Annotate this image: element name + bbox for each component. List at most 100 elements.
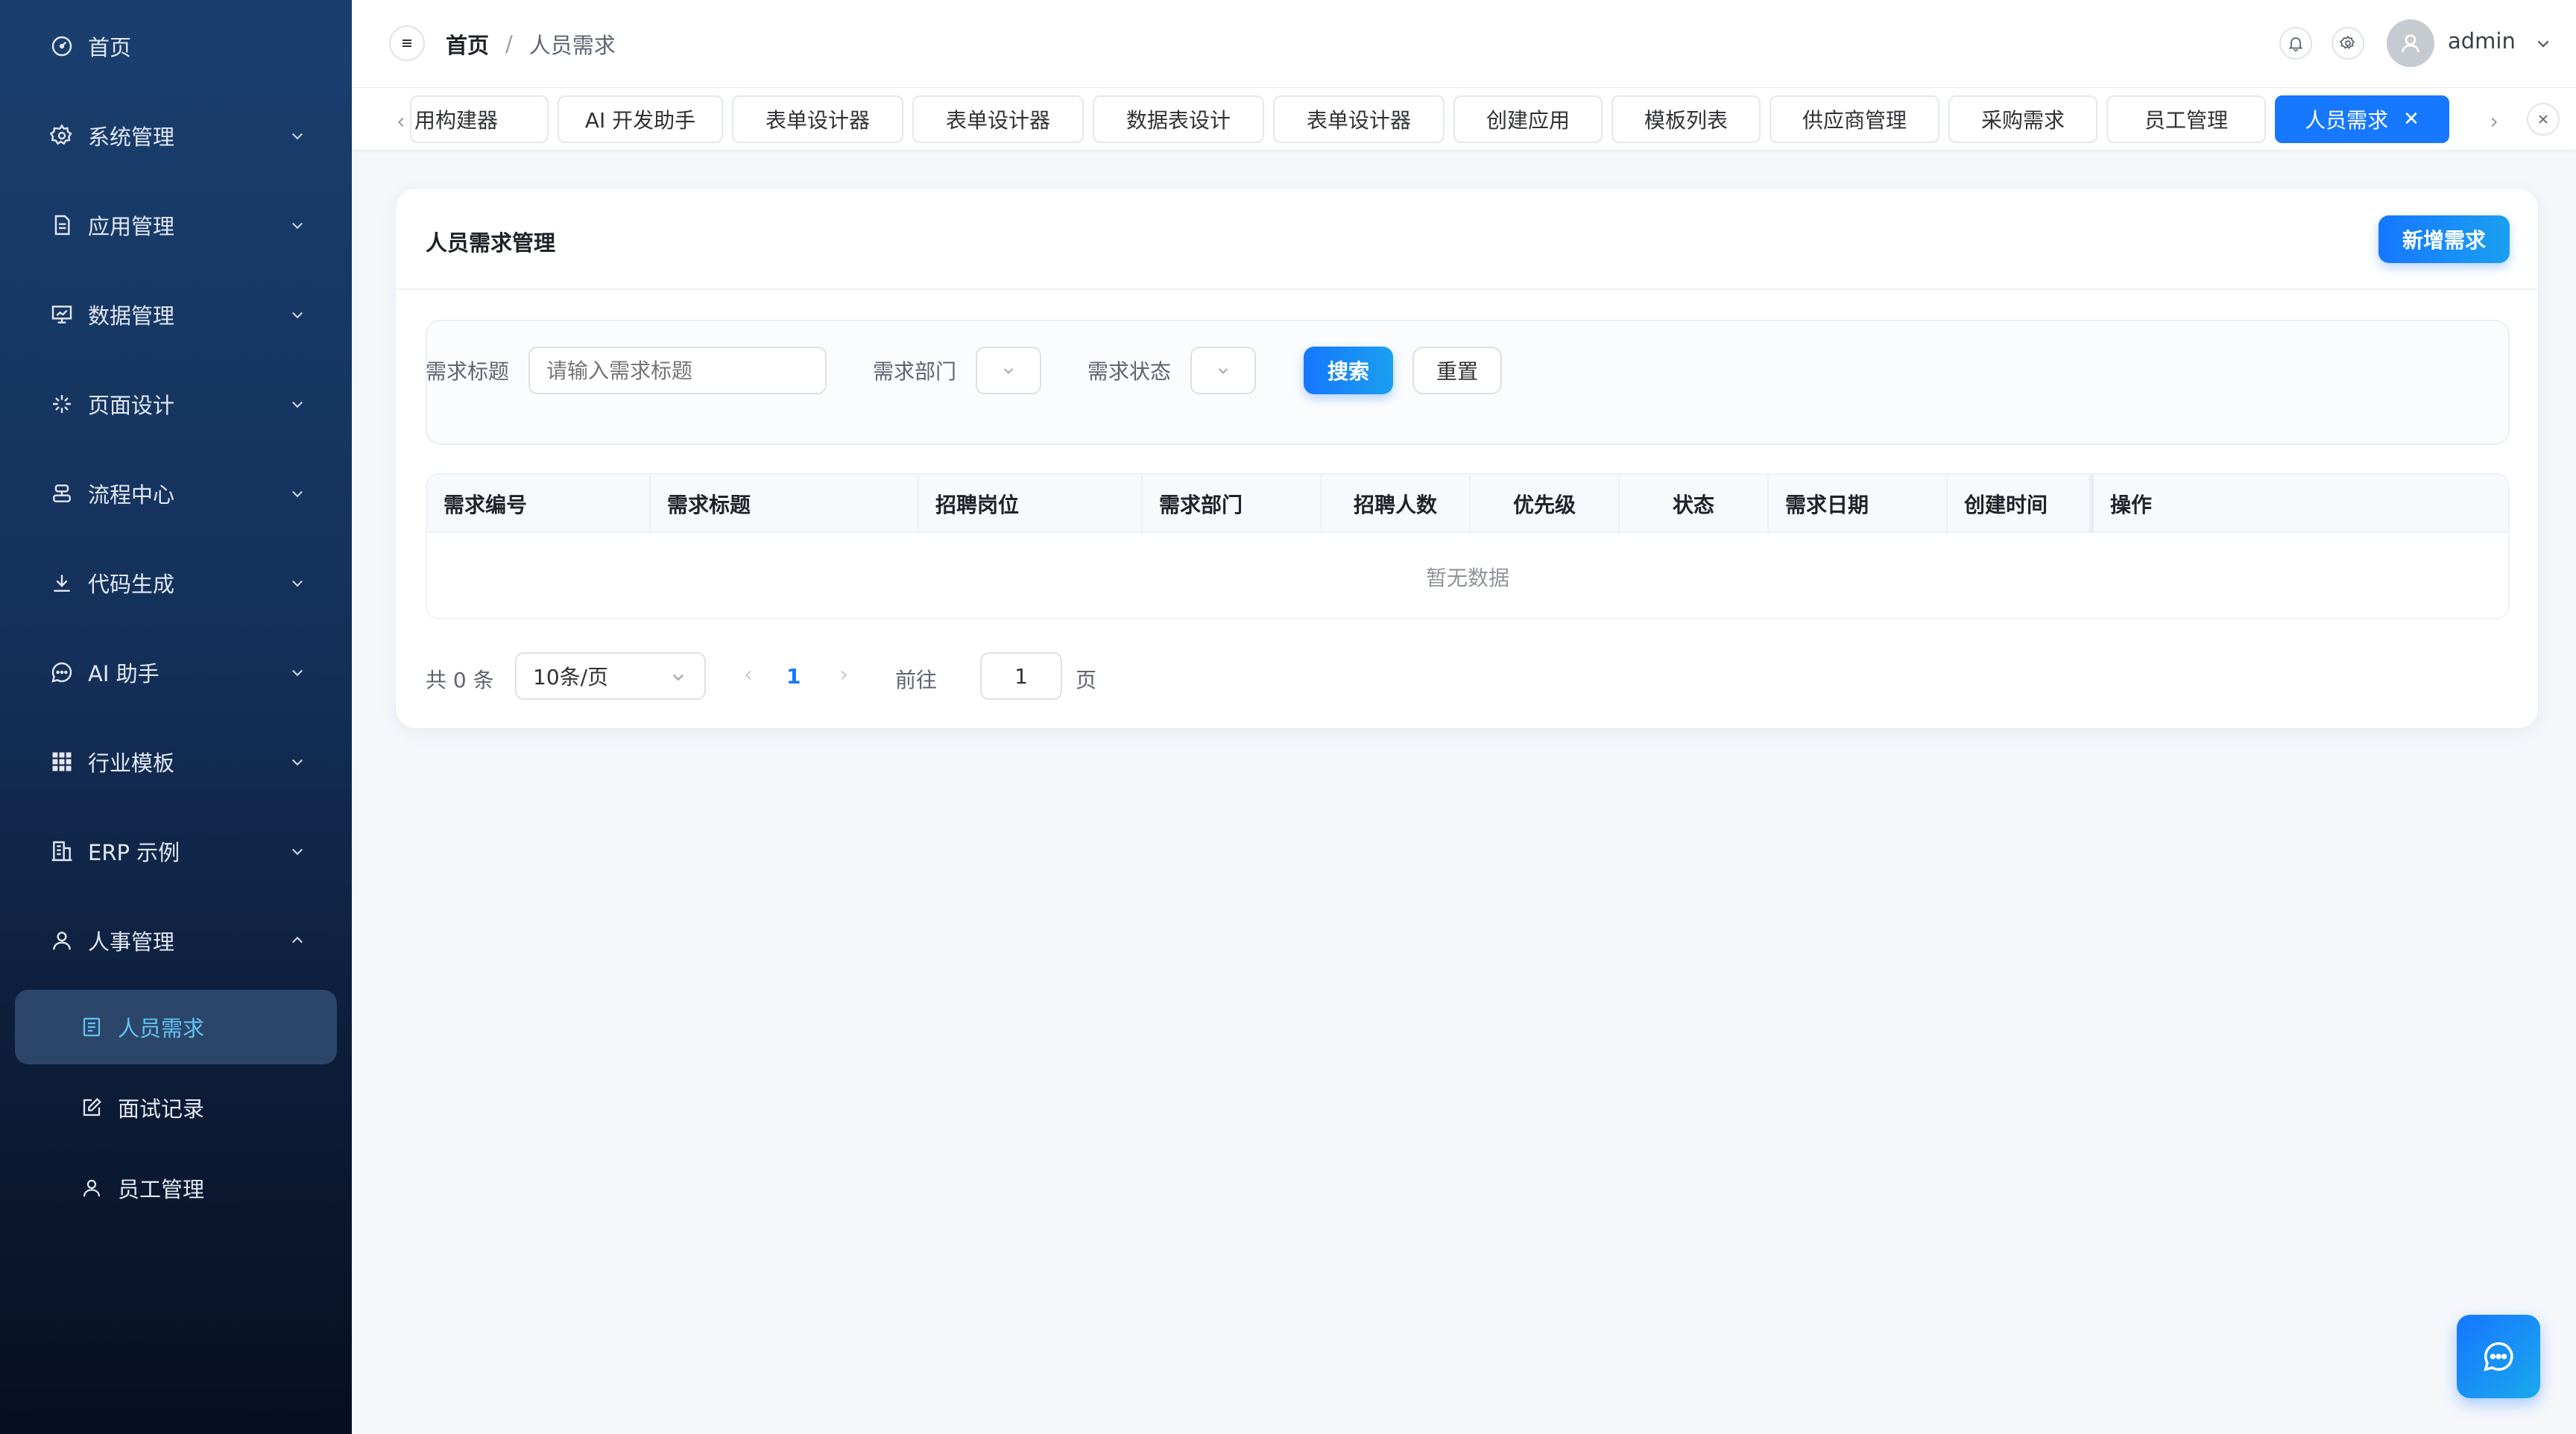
tab-table-design[interactable]: 数据表设计 xyxy=(1093,95,1264,143)
user-name[interactable]: admin xyxy=(2448,28,2516,54)
goto-page-input[interactable] xyxy=(980,652,1062,700)
dept-select[interactable] xyxy=(976,347,1041,394)
breadcrumb-current: 人员需求 xyxy=(528,33,616,58)
user-icon xyxy=(2402,34,2419,53)
chevron-down-icon xyxy=(291,490,303,498)
page-size-value: 10条/页 xyxy=(533,665,609,689)
sidebar-item-label: 首页 xyxy=(88,35,132,60)
chat-bubble-icon xyxy=(49,660,75,685)
chevron-down-icon xyxy=(291,312,303,319)
tab-purchase-demand[interactable]: 采购需求 xyxy=(1948,95,2097,143)
page-title: 人员需求管理 xyxy=(426,230,556,256)
sidebar-item-ai[interactable]: AI 助手 xyxy=(0,642,352,702)
sidebar-item-page-design[interactable]: 页面设计 xyxy=(0,374,352,434)
column-header-count: 招聘人数 xyxy=(1322,475,1471,533)
tab-supplier[interactable]: 供应商管理 xyxy=(1770,95,1939,143)
notification-button[interactable] xyxy=(2279,27,2312,60)
table-header: 需求编号 需求标题 招聘岗位 需求部门 招聘人数 优先级 状态 需求日期 创建时… xyxy=(427,475,2508,533)
sidebar-item-home[interactable]: 首页 xyxy=(0,16,352,76)
chevron-down-icon[interactable] xyxy=(2531,31,2555,55)
column-header-date: 需求日期 xyxy=(1769,475,1948,533)
column-header-actions: 操作 xyxy=(2089,475,2508,533)
menu-toggle-button[interactable] xyxy=(389,25,425,61)
sidebar-subitem-label: 人员需求 xyxy=(118,1016,205,1041)
sidebar-item-codegen[interactable]: 代码生成 xyxy=(0,553,352,613)
page-size-select[interactable]: 10条/页 xyxy=(515,652,706,700)
tab-staff-demand[interactable]: 人员需求 ✕ xyxy=(2275,95,2449,143)
page-suffix-label: 页 xyxy=(1076,668,1097,692)
chevron-down-icon xyxy=(291,133,303,140)
tab-label: AI 开发助手 xyxy=(584,108,696,133)
sidebar-item-templates[interactable]: 行业模板 xyxy=(0,732,352,792)
avatar[interactable] xyxy=(2387,19,2434,67)
title-search-input[interactable] xyxy=(528,347,827,394)
sidebar-subitem-staff-demand[interactable]: 人员需求 xyxy=(15,990,337,1064)
chat-assistant-button[interactable] xyxy=(2457,1315,2540,1398)
settings-button[interactable] xyxy=(2332,27,2364,60)
dept-filter-label: 需求部门 xyxy=(873,359,957,384)
tab-employee[interactable]: 员工管理 xyxy=(2106,95,2266,143)
sidebar-item-erp[interactable]: ERP 示例 xyxy=(0,821,352,881)
sidebar-subitem-interview[interactable]: 面试记录 xyxy=(15,1070,337,1145)
card-header: 人员需求管理 新增需求 xyxy=(396,189,2538,290)
sidebar-item-data[interactable]: 数据管理 xyxy=(0,285,352,344)
building-icon xyxy=(49,838,75,864)
tab-template-list[interactable]: 模板列表 xyxy=(1611,95,1761,143)
download-icon xyxy=(49,570,75,596)
sidebar-item-app[interactable]: 应用管理 xyxy=(0,195,352,255)
chevron-right-icon xyxy=(2491,117,2498,127)
gear-icon xyxy=(2339,35,2355,49)
reset-button[interactable]: 重置 xyxy=(1412,347,1502,394)
column-header-status: 状态 xyxy=(1620,475,1769,533)
chevron-down-icon xyxy=(1218,368,1228,374)
close-all-tabs-button[interactable] xyxy=(2527,103,2560,136)
prev-page-button[interactable] xyxy=(737,664,760,686)
sidebar-item-system[interactable]: 系统管理 xyxy=(0,106,352,165)
tabs-scroll-left-button[interactable] xyxy=(391,112,411,133)
add-demand-button[interactable]: 新增需求 xyxy=(2378,215,2510,263)
tab-label: 表单设计器 xyxy=(1306,108,1411,133)
column-header-dept: 需求部门 xyxy=(1143,475,1322,533)
sidebar-item-label: 流程中心 xyxy=(88,482,175,508)
tab-form-designer-2[interactable]: 表单设计器 xyxy=(912,95,1084,143)
tab-label: 创建应用 xyxy=(1486,108,1570,133)
title-filter-label: 需求标题 xyxy=(426,359,510,384)
tab-app-builder[interactable]: 用构建器 xyxy=(410,95,549,143)
sidebar-item-hr[interactable]: 人事管理 xyxy=(0,911,352,970)
chevron-right-icon xyxy=(841,670,847,680)
sidebar-item-label: 人事管理 xyxy=(88,929,175,955)
sidebar-item-label: 行业模板 xyxy=(88,751,175,776)
tab-form-designer-1[interactable]: 表单设计器 xyxy=(732,95,903,143)
list-doc-icon xyxy=(79,1014,104,1040)
tab-label: 供应商管理 xyxy=(1802,108,1907,133)
tab-label: 表单设计器 xyxy=(945,108,1050,133)
tab-label: 模板列表 xyxy=(1644,108,1728,133)
sidebar-subitem-employee[interactable]: 员工管理 xyxy=(15,1151,337,1225)
top-header: 首页 / 人员需求 admin xyxy=(352,0,2576,88)
tab-create-app[interactable]: 创建应用 xyxy=(1453,95,1603,143)
next-page-button[interactable] xyxy=(833,664,855,686)
sidebar-item-label: 数据管理 xyxy=(88,303,175,329)
chevron-down-icon xyxy=(291,580,303,587)
tab-ai-dev-assistant[interactable]: AI 开发助手 xyxy=(558,95,723,143)
breadcrumb-home[interactable]: 首页 xyxy=(446,28,489,60)
tabs-bar: 用构建器 AI 开发助手 表单设计器 表单设计器 数据表设计 表单设计器 创建应… xyxy=(352,88,2576,151)
tab-label: 表单设计器 xyxy=(765,108,870,133)
breadcrumb-separator: / xyxy=(505,31,513,57)
tab-label: 员工管理 xyxy=(2144,108,2228,133)
sidebar-item-label: 代码生成 xyxy=(88,572,175,597)
tabs-scroll-right-button[interactable] xyxy=(2484,112,2504,133)
page-number[interactable]: 1 xyxy=(786,664,801,689)
sidebar-item-label: 应用管理 xyxy=(88,214,175,239)
status-select[interactable] xyxy=(1190,347,1256,394)
sidebar-item-flow[interactable]: 流程中心 xyxy=(0,464,352,523)
bell-icon xyxy=(2288,37,2303,51)
edit-icon xyxy=(79,1095,104,1120)
tab-form-designer-3[interactable]: 表单设计器 xyxy=(1273,95,1445,143)
tab-label: 用构建器 xyxy=(414,108,499,133)
sidebar-item-label: AI 助手 xyxy=(88,661,160,686)
close-icon[interactable]: ✕ xyxy=(2403,108,2419,130)
search-button[interactable]: 搜索 xyxy=(1304,347,1393,394)
breadcrumb: 首页 / 人员需求 xyxy=(446,28,616,60)
sidebar-subitem-label: 员工管理 xyxy=(118,1177,205,1202)
